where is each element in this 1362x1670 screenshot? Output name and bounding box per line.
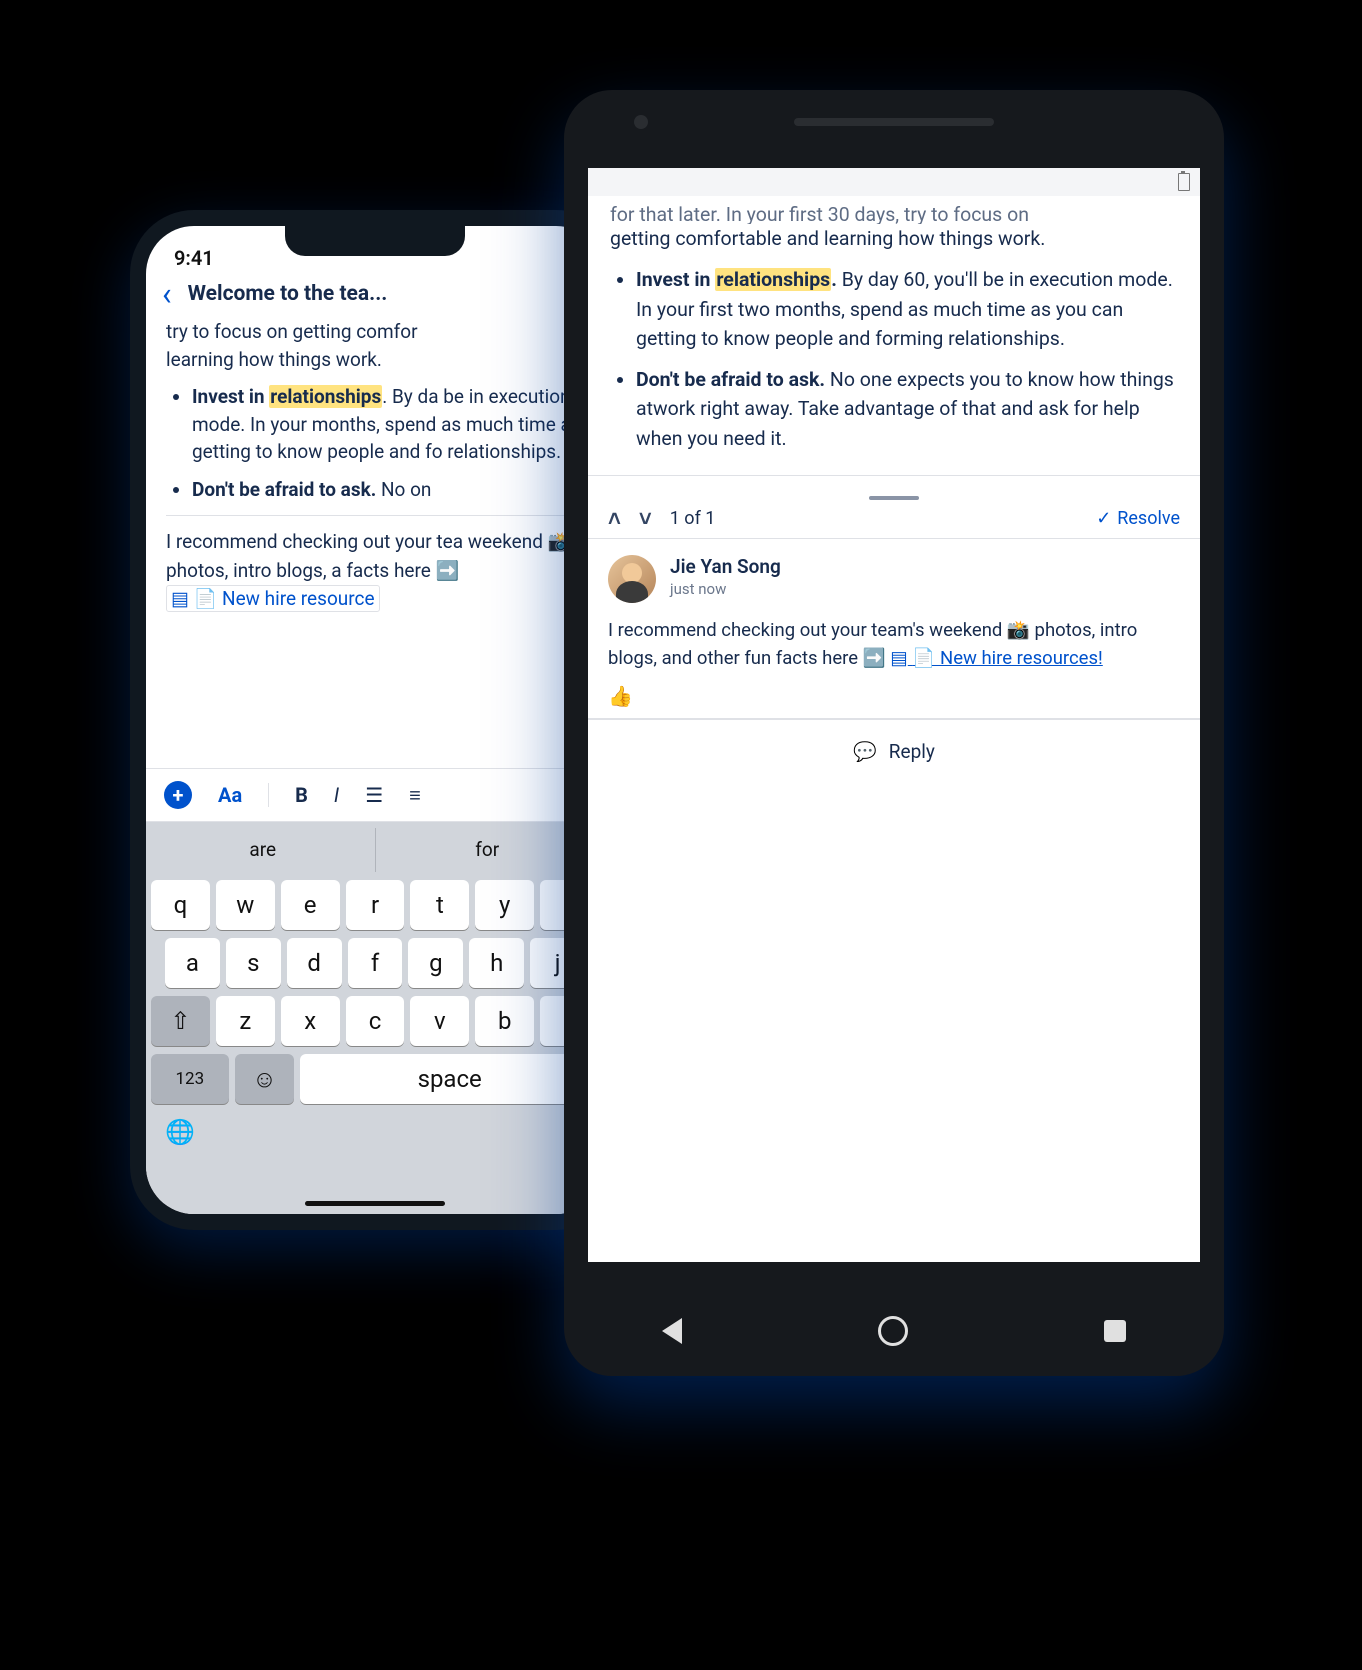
key-c[interactable]: c [346, 996, 405, 1046]
text-bold: Invest in [636, 268, 715, 291]
page-title: Welcome to the tea... [184, 282, 558, 306]
format-toolbar: + Aa B I ☰ ≡ [146, 768, 604, 822]
bullet-list-button[interactable]: ☰ [365, 783, 383, 807]
highlighted-text: relationships [269, 385, 382, 408]
comment-counter: 1 of 1 [670, 508, 716, 529]
recents-nav-button[interactable] [1104, 1320, 1126, 1342]
android-screen: for that later. In your first 30 days, t… [588, 168, 1200, 1262]
key-t[interactable]: t [410, 880, 469, 930]
key-w[interactable]: w [216, 880, 275, 930]
suggestion[interactable]: are [151, 828, 375, 872]
android-hardware-top [564, 118, 1224, 126]
bold-button[interactable]: B [295, 783, 308, 807]
link-text: 📄 New hire resource [194, 587, 375, 610]
key-h[interactable]: h [469, 938, 524, 988]
text-bold: Don't be afraid to ask. [192, 478, 376, 501]
bullet-item: Invest in relationships. By day 60, you'… [636, 265, 1178, 353]
check-icon: ✓ [1096, 508, 1111, 529]
document-icon: ▤ [890, 647, 907, 669]
android-nav-bar [564, 1286, 1224, 1376]
home-indicator[interactable] [305, 1201, 445, 1206]
comment-timestamp: just now [670, 580, 781, 598]
like-button[interactable]: 👍 [608, 684, 633, 708]
text: I recommend checking out your tea weeken… [166, 530, 571, 582]
text-bold: Don't be afraid to ask. [636, 368, 825, 391]
key-v[interactable]: v [410, 996, 469, 1046]
iphone-notch [285, 226, 465, 256]
key-s[interactable]: s [226, 938, 281, 988]
recommendation-paragraph: I recommend checking out your tea weeken… [166, 528, 584, 614]
key-a[interactable]: a [165, 938, 220, 988]
key-g[interactable]: g [408, 938, 463, 988]
shift-key[interactable]: ⇧ [151, 996, 210, 1046]
home-nav-button[interactable] [878, 1316, 908, 1346]
key-y[interactable]: y [475, 880, 534, 930]
numbers-key[interactable]: 123 [151, 1054, 229, 1104]
key-e[interactable]: e [281, 880, 340, 930]
doc-paragraph: getting comfortable and learning how thi… [610, 224, 1178, 253]
key-x[interactable]: x [281, 996, 340, 1046]
reply-label: Reply [889, 740, 935, 763]
emoji-key[interactable]: ☺ [235, 1054, 295, 1104]
status-time: 9:41 [174, 246, 214, 270]
bullet-item: Don't be afraid to ask. No on [192, 476, 584, 504]
text-bold: Invest in [192, 385, 269, 408]
comment-author: Jie Yan Song [670, 555, 781, 578]
link-text: 📄 New hire resources! [912, 647, 1102, 669]
camera-icon [634, 115, 648, 129]
ios-keyboard: are for q w e r t y u a s d f g [146, 822, 604, 1214]
highlighted-text: relationships [715, 268, 831, 291]
cutoff-text: for that later. In your first 30 days, t… [610, 200, 1178, 224]
text: try to focus on getting comfor [166, 320, 418, 343]
reply-bar[interactable]: 💬 Reply [588, 719, 1200, 782]
key-z[interactable]: z [216, 996, 275, 1046]
prev-comment-button[interactable]: ˄ [608, 506, 621, 532]
text: learning how things work. [166, 348, 382, 371]
drag-handle[interactable] [588, 476, 1200, 500]
bullet-item: Invest in relationships. By da be in exe… [192, 383, 584, 466]
next-comment-button[interactable]: ˅ [639, 506, 652, 532]
key-q[interactable]: q [151, 880, 210, 930]
android-status-bar [588, 168, 1200, 196]
italic-button[interactable]: I [334, 783, 339, 807]
comment-link[interactable]: ▤ 📄 New hire resources! [890, 647, 1103, 669]
globe-key[interactable]: 🌐 [151, 1112, 599, 1146]
speaker-icon [794, 118, 994, 126]
text-style-button[interactable]: Aa [218, 783, 242, 807]
key-d[interactable]: d [287, 938, 342, 988]
keyboard-suggestions: are for [151, 828, 599, 872]
comment-body: I recommend checking out your team's wee… [588, 609, 1200, 681]
resolve-button[interactable]: ✓ Resolve [1096, 508, 1180, 529]
bullet-item: Don't be afraid to ask. No one expects y… [636, 365, 1178, 453]
doc-link-chip[interactable]: ▤ 📄 New hire resource [166, 585, 380, 612]
document-icon: ▤ [171, 587, 189, 610]
battery-icon [1178, 173, 1190, 191]
key-f[interactable]: f [348, 938, 403, 988]
reply-icon: 💬 [853, 740, 877, 763]
doc-paragraph: try to focus on getting comfor learning … [166, 318, 584, 373]
iphone-screen: 9:41 ‹ Welcome to the tea... ✎ try to fo… [146, 226, 604, 1214]
avatar[interactable] [608, 555, 656, 603]
ios-navbar: ‹ Welcome to the tea... ✎ [146, 270, 604, 318]
document-body[interactable]: for that later. In your first 30 days, t… [588, 196, 1200, 475]
document-body[interactable]: try to focus on getting comfor learning … [146, 318, 604, 614]
text: No on [376, 478, 431, 501]
back-button[interactable]: ‹ [162, 278, 172, 310]
comment: Jie Yan Song just now [588, 539, 1200, 609]
divider [268, 783, 269, 807]
divider [166, 515, 584, 516]
numbered-list-button[interactable]: ≡ [409, 783, 421, 808]
key-b[interactable]: b [475, 996, 534, 1046]
back-nav-button[interactable] [662, 1318, 682, 1344]
reaction-row: 👍 [588, 680, 1200, 718]
comment-panel-header: ˄ ˅ 1 of 1 ✓ Resolve [588, 500, 1200, 538]
insert-button[interactable]: + [164, 781, 192, 809]
comment-panel: ˄ ˅ 1 of 1 ✓ Resolve Jie Yan Song just n… [588, 475, 1200, 783]
android-device: for that later. In your first 30 days, t… [564, 90, 1224, 1376]
key-r[interactable]: r [346, 880, 405, 930]
space-key[interactable]: space [300, 1054, 599, 1104]
iphone-device: 9:41 ‹ Welcome to the tea... ✎ try to fo… [130, 210, 620, 1230]
resolve-label: Resolve [1117, 508, 1180, 529]
